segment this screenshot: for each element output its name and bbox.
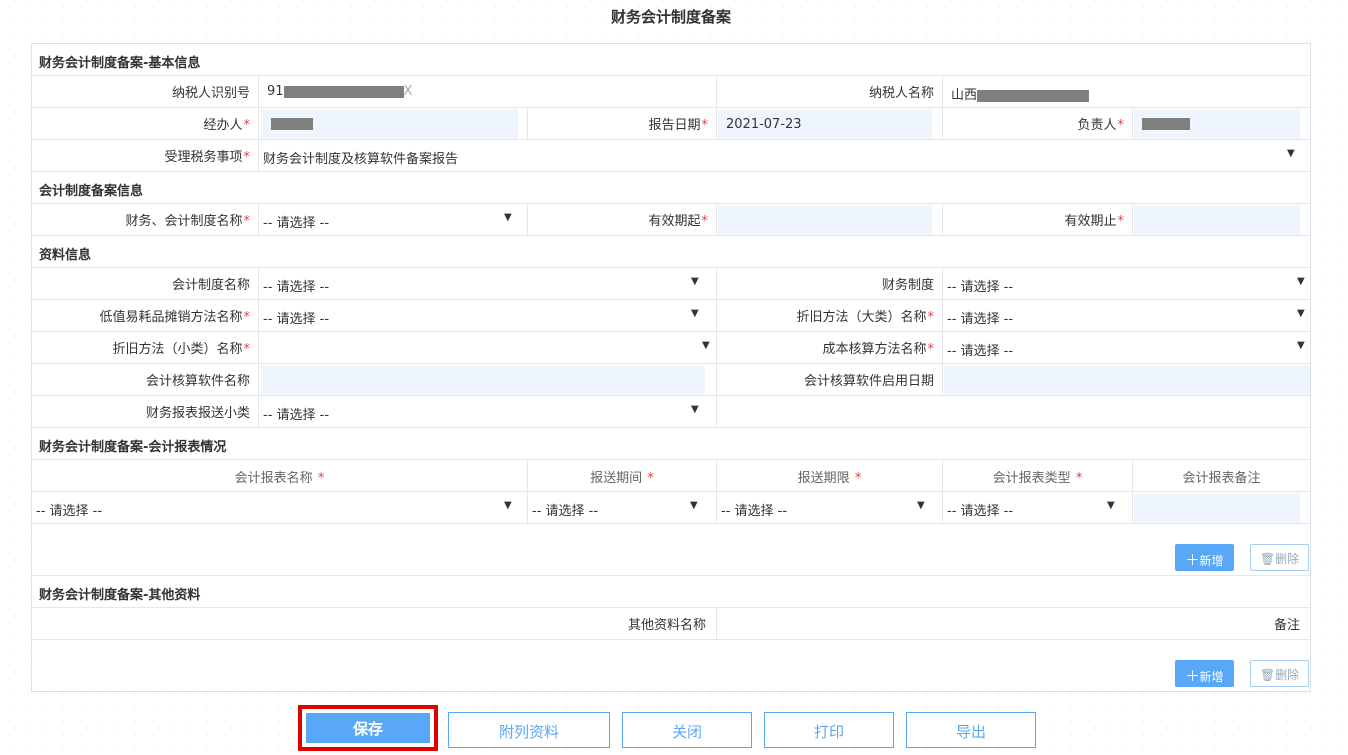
- row-tax-matter: 受理税务事项* 财务会计制度及核算软件备案报告 ▼: [32, 140, 1310, 172]
- taxpayer-id-label: 纳税人识别号: [32, 76, 259, 107]
- report-subtype-select[interactable]: -- 请选择 -- ▼: [259, 396, 717, 427]
- row-accounting-system: 会计制度名称 -- 请选择 -- ▼ 财务制度 -- 请选择 -- ▼: [32, 268, 1310, 300]
- report-deadline-select[interactable]: -- 请选择 -- ▼: [717, 492, 943, 523]
- valid-to-label: 有效期止*: [943, 204, 1133, 235]
- taxpayer-id-value: 91 X: [259, 76, 717, 107]
- caret-down-icon: ▼: [1297, 340, 1305, 351]
- finance-system-select[interactable]: -- 请选择 -- ▼: [943, 268, 1310, 299]
- row-acct-system: 财务、会计制度名称* -- 请选择 -- ▼ 有效期起* 有效期止*: [32, 204, 1310, 236]
- row-handler: 经办人* 报告日期* 2021-07-23 负责人*: [32, 108, 1310, 140]
- col-report-type: 会计报表类型 *: [943, 460, 1133, 491]
- finance-system-label: 财务制度: [717, 268, 943, 299]
- software-date-label: 会计核算软件启用日期: [717, 364, 943, 395]
- section-basic-title: 财务会计制度备案-基本信息: [39, 56, 201, 71]
- trash-icon: 🗑: [1259, 668, 1276, 682]
- attachments-button[interactable]: 附列资料: [448, 712, 610, 748]
- row-low-value: 低值易耗品摊销方法名称* -- 请选择 -- ▼ 折旧方法（大类）名称* -- …: [32, 300, 1310, 332]
- accounting-system-select[interactable]: -- 请选择 -- ▼: [259, 268, 717, 299]
- col-report-note: 会计报表备注: [1182, 471, 1261, 486]
- low-value-select[interactable]: -- 请选择 -- ▼: [259, 300, 717, 331]
- plus-icon: ＋: [1185, 553, 1200, 569]
- row-software: 会计核算软件名称 会计核算软件启用日期: [32, 364, 1310, 396]
- row-report-subtype: 财务报表报送小类 -- 请选择 -- ▼: [32, 396, 1310, 428]
- tax-matter-label: 受理税务事项*: [32, 140, 259, 171]
- caret-down-icon: ▼: [1297, 308, 1305, 319]
- col-report-deadline: 报送期限 *: [717, 460, 943, 491]
- add-report-button[interactable]: ＋新增: [1175, 544, 1234, 571]
- valid-to-input[interactable]: [1134, 205, 1300, 235]
- section-material-header: 资料信息: [32, 236, 1310, 268]
- caret-down-icon: ▼: [1297, 276, 1305, 287]
- section-reports-header: 财务会计制度备案-会计报表情况: [32, 428, 1310, 460]
- depr-minor-select[interactable]: ▼: [259, 332, 717, 363]
- row-depr-minor: 折旧方法（小类）名称* ▼ 成本核算方法名称* -- 请选择 -- ▼: [32, 332, 1310, 364]
- principal-input[interactable]: [1134, 109, 1300, 139]
- redacted-block: [283, 85, 404, 98]
- reports-actions: ＋新增 🗑删除: [32, 524, 1310, 576]
- report-type-select[interactable]: -- 请选择 -- ▼: [943, 492, 1133, 523]
- save-button[interactable]: 保存: [306, 713, 430, 743]
- col-report-period: 报送期间 *: [528, 460, 717, 491]
- other-actions: ＋新增 🗑删除: [32, 640, 1310, 692]
- section-basic-header: 财务会计制度备案-基本信息: [32, 44, 1310, 76]
- caret-down-icon: ▼: [702, 340, 710, 351]
- cost-method-label: 成本核算方法名称*: [717, 332, 943, 363]
- caret-down-icon: ▼: [1287, 148, 1295, 159]
- low-value-label: 低值易耗品摊销方法名称*: [32, 300, 259, 331]
- report-name-select[interactable]: -- 请选择 -- ▼: [32, 492, 528, 523]
- caret-down-icon: ▼: [690, 500, 698, 511]
- depr-minor-label: 折旧方法（小类）名称*: [32, 332, 259, 363]
- report-subtype-label: 财务报表报送小类: [32, 396, 259, 427]
- section-other-title: 财务会计制度备案-其他资料: [39, 588, 201, 603]
- accounting-system-label: 会计制度名称: [32, 268, 259, 299]
- table-row: -- 请选择 -- ▼ -- 请选择 -- ▼ -- 请选择 -- ▼ -- 请…: [32, 492, 1310, 524]
- software-date-input[interactable]: [944, 365, 1310, 395]
- print-button[interactable]: 打印: [764, 712, 894, 748]
- redacted-block: [1142, 118, 1190, 130]
- delete-report-button[interactable]: 🗑删除: [1250, 544, 1309, 571]
- other-table-header: 其他资料名称 备注: [32, 608, 1310, 640]
- caret-down-icon: ▼: [691, 276, 699, 287]
- caret-down-icon: ▼: [691, 404, 699, 415]
- filing-form: 财务会计制度备案-基本信息 纳税人识别号 91 X 纳税人名称 山西 经办人* 报…: [31, 43, 1311, 692]
- section-material-title: 资料信息: [39, 248, 92, 263]
- col-report-name: 会计报表名称 *: [32, 460, 528, 491]
- section-acct-title: 会计制度备案信息: [39, 184, 144, 199]
- export-button[interactable]: 导出: [906, 712, 1036, 748]
- depr-major-select[interactable]: -- 请选择 -- ▼: [943, 300, 1310, 331]
- report-note-input[interactable]: [1134, 493, 1300, 523]
- save-button-highlight: 保存: [298, 705, 438, 751]
- page-title: 财务会计制度备案: [610, 8, 731, 26]
- section-other-header: 财务会计制度备案-其他资料: [32, 576, 1310, 608]
- caret-down-icon: ▼: [1107, 500, 1115, 511]
- col-other-note: 备注: [1273, 618, 1300, 633]
- plus-icon: ＋: [1185, 669, 1200, 685]
- tax-matter-select[interactable]: 财务会计制度及核算软件备案报告 ▼: [259, 140, 1310, 171]
- add-other-button[interactable]: ＋新增: [1175, 660, 1234, 687]
- caret-down-icon: ▼: [504, 500, 512, 511]
- caret-down-icon: ▼: [691, 308, 699, 319]
- principal-label: 负责人*: [943, 108, 1133, 139]
- taxpayer-name-label: 纳税人名称: [717, 76, 943, 107]
- cost-method-select[interactable]: -- 请选择 -- ▼: [943, 332, 1310, 363]
- taxpayer-name-value: 山西: [943, 76, 1310, 107]
- section-reports-title: 财务会计制度备案-会计报表情况: [39, 440, 227, 455]
- section-acct-header: 会计制度备案信息: [32, 172, 1310, 204]
- col-other-name: 其他资料名称: [32, 608, 717, 639]
- trash-icon: 🗑: [1259, 552, 1276, 566]
- close-button[interactable]: 关闭: [622, 712, 752, 748]
- delete-other-button[interactable]: 🗑删除: [1250, 660, 1309, 687]
- row-taxpayer: 纳税人识别号 91 X 纳税人名称 山西: [32, 76, 1310, 108]
- caret-down-icon: ▼: [917, 500, 925, 511]
- report-period-select[interactable]: -- 请选择 -- ▼: [528, 492, 717, 523]
- redacted-block: [977, 89, 1090, 102]
- reports-table-header: 会计报表名称 * 报送期间 * 报送期限 * 会计报表类型 * 会计报表备注: [32, 460, 1310, 492]
- depr-major-label: 折旧方法（大类）名称*: [717, 300, 943, 331]
